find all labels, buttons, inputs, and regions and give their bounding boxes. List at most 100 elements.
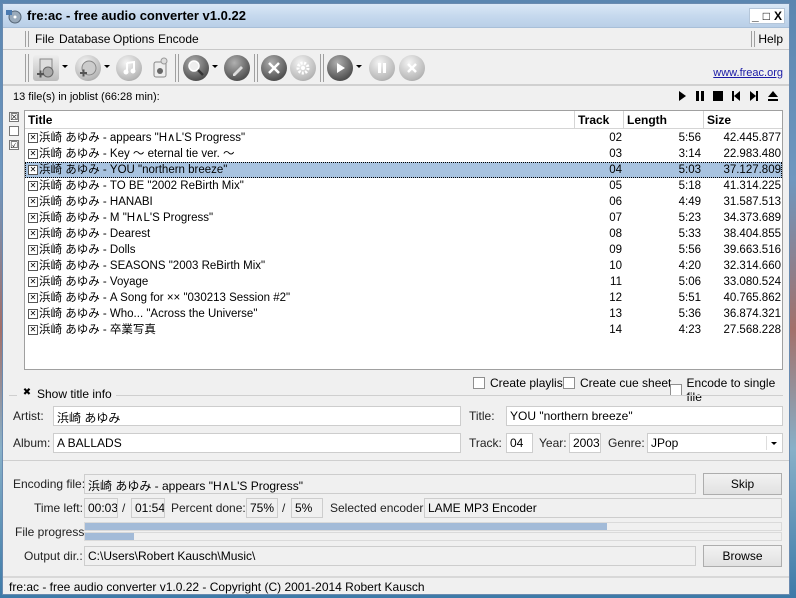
joblist-header: Title Track Length Size (25, 111, 782, 129)
previous-icon[interactable] (731, 90, 741, 102)
row-checkbox[interactable]: ✕ (28, 245, 38, 255)
toolbar-separator (254, 54, 258, 82)
create-playlist-checkbox[interactable] (473, 377, 485, 389)
row-checkbox[interactable]: ✕ (28, 309, 38, 319)
row-checkbox[interactable]: ✕ (28, 181, 38, 191)
joblist-row[interactable]: ✕ 浜崎 あゆみ - Dolls 09 5:56 39.663.516 (25, 242, 782, 258)
artist-field[interactable]: 浜崎 あゆみ (53, 406, 461, 426)
skip-button[interactable]: Skip (703, 473, 782, 495)
row-track: 03 (609, 148, 622, 160)
maximize-button[interactable]: □ (763, 10, 770, 22)
cddb-edit-button[interactable] (224, 55, 250, 81)
add-cd-button[interactable] (75, 55, 101, 81)
window-controls: _ □ X (749, 8, 785, 24)
time-left-total: 01:54 (131, 498, 165, 518)
year-field[interactable]: 2003 (569, 433, 601, 453)
row-title: 浜崎 あゆみ - Voyage (39, 276, 149, 288)
show-title-info-toggle[interactable]: ✖ Show title info (17, 387, 116, 401)
add-file-button[interactable] (33, 55, 59, 81)
column-track[interactable]: Track (575, 113, 609, 129)
settings-button[interactable] (290, 55, 316, 81)
browse-button[interactable]: Browse (703, 545, 782, 567)
check-all-toggle[interactable]: ☒ (9, 112, 19, 122)
pause-encoding-button[interactable] (369, 55, 395, 81)
row-checkbox[interactable]: ✕ (28, 133, 38, 143)
add-file-dropdown[interactable] (62, 65, 68, 68)
remove-button[interactable] (147, 55, 173, 81)
search-dropdown[interactable] (212, 65, 218, 68)
joblist[interactable]: Title Track Length Size ✕ 浜崎 あゆみ - appear… (24, 110, 783, 370)
row-checkbox[interactable]: ✕ (28, 229, 38, 239)
row-title: 浜崎 あゆみ - appears "H∧L'S Progress" (39, 132, 246, 144)
file-progress-label: File progress: (15, 525, 88, 539)
row-title: 浜崎 あゆみ - Dolls (39, 244, 136, 256)
column-title[interactable]: Title (25, 113, 52, 129)
pause-icon[interactable] (695, 90, 705, 102)
row-checkbox[interactable]: ✕ (28, 293, 38, 303)
encode-single-file-option[interactable]: Encode to single file (670, 376, 789, 404)
column-length[interactable]: Length (624, 113, 667, 129)
joblist-row[interactable]: ✕ 浜崎 あゆみ - TO BE "2002 ReBirth Mix" 05 5:18… (25, 178, 782, 194)
joblist-row[interactable]: ✕ 浜崎 あゆみ - Voyage 11 5:06 33.080.524 (25, 274, 782, 290)
menu-help[interactable]: Help (758, 32, 783, 46)
joblist-row[interactable]: ✕ 浜崎 あゆみ - HANABI 06 4:49 31.587.513 (25, 194, 782, 210)
row-checkbox[interactable]: ✕ (28, 325, 38, 335)
menu-options[interactable]: Options (113, 32, 154, 46)
create-cue-sheet-checkbox[interactable] (563, 377, 575, 389)
row-size: 27.568.228 (723, 324, 781, 336)
website-link[interactable]: www.freac.org (713, 67, 783, 79)
start-encoding-button[interactable] (327, 55, 353, 81)
joblist-row[interactable]: ✕ 浜崎 あゆみ - appears "H∧L'S Progress" 02 5:56… (25, 130, 782, 146)
output-dir-field[interactable]: C:\Users\Robert Kausch\Music\ (84, 546, 696, 566)
minimize-button[interactable]: _ (752, 10, 759, 22)
row-checkbox[interactable]: ✕ (28, 213, 38, 223)
joblist-summary: 13 file(s) in joblist (66:28 min): (13, 91, 160, 103)
uncheck-all-toggle[interactable] (9, 126, 19, 136)
row-checkbox[interactable]: ✕ (28, 149, 38, 159)
genre-select[interactable]: JPop (647, 433, 783, 453)
row-track: 09 (609, 244, 622, 256)
row-checkbox[interactable]: ✕ (28, 277, 38, 287)
create-playlist-option[interactable]: Create playlist (473, 376, 566, 390)
row-track: 11 (610, 276, 622, 288)
joblist-row[interactable]: ✕ 浜崎 あゆみ - SEASONS "2003 ReBirth Mix" 10 4:… (25, 258, 782, 274)
window-title: fre:ac - free audio converter v1.0.22 (27, 8, 246, 23)
album-field[interactable]: A BALLADS (53, 433, 461, 453)
play-icon[interactable] (677, 90, 687, 102)
tools-button[interactable] (261, 55, 287, 81)
start-encoding-dropdown[interactable] (356, 65, 362, 68)
menu-encode[interactable]: Encode (158, 32, 199, 46)
track-field[interactable]: 04 (506, 433, 533, 453)
stop-icon[interactable] (713, 90, 723, 102)
menu-file[interactable]: File (35, 32, 54, 46)
joblist-row[interactable]: ✕ 浜崎 あゆみ - M "H∧L'S Progress" 07 5:23 34.373… (25, 210, 782, 226)
add-cd-dropdown[interactable] (104, 65, 110, 68)
show-title-info-checkbox[interactable]: ✖ (21, 388, 33, 400)
eject-icon[interactable] (767, 90, 779, 102)
joblist-row[interactable]: ✕ 浜崎 あゆみ - Key 〜 eternal tie ver. 〜 03 3:14… (25, 146, 782, 162)
joblist-row[interactable]: ✕ 浜崎 あゆみ - A Song for ×× "030213 Session … (25, 290, 782, 306)
joblist-row[interactable]: ✕ 浜崎 あゆみ - Dearest 08 5:33 38.404.855 (25, 226, 782, 242)
stop-encoding-button[interactable] (399, 55, 425, 81)
search-button[interactable] (183, 55, 209, 81)
music-button[interactable] (116, 55, 142, 81)
row-track: 14 (609, 324, 622, 336)
joblist-row[interactable]: ✕ 浜崎 あゆみ - Who... "Across the Universe" 13… (25, 306, 782, 322)
row-checkbox[interactable]: ✕ (28, 165, 38, 175)
row-size: 36.874.321 (723, 308, 781, 320)
toggle-selection[interactable]: ☑ (9, 140, 19, 150)
create-cue-sheet-option[interactable]: Create cue sheet (563, 376, 671, 390)
row-checkbox[interactable]: ✕ (28, 261, 38, 271)
menu-database[interactable]: Database (59, 32, 110, 46)
joblist-row[interactable]: ✕ 浜崎 あゆみ - YOU "northern breeze" 04 5:03 37.… (25, 162, 782, 178)
next-icon[interactable] (749, 90, 759, 102)
title-field[interactable]: YOU "northern breeze" (506, 406, 783, 426)
column-size[interactable]: Size (704, 113, 731, 129)
selected-encoder-field: LAME MP3 Encoder (424, 498, 782, 518)
chevron-down-icon[interactable] (766, 436, 780, 450)
row-checkbox[interactable]: ✕ (28, 197, 38, 207)
genre-label: Genre: (608, 436, 645, 450)
joblist-row[interactable]: ✕ 浜崎 あゆみ - 卒業写真 14 4:23 27.568.228 (25, 322, 782, 338)
app-icon (6, 10, 22, 24)
close-button[interactable]: X (774, 10, 782, 22)
